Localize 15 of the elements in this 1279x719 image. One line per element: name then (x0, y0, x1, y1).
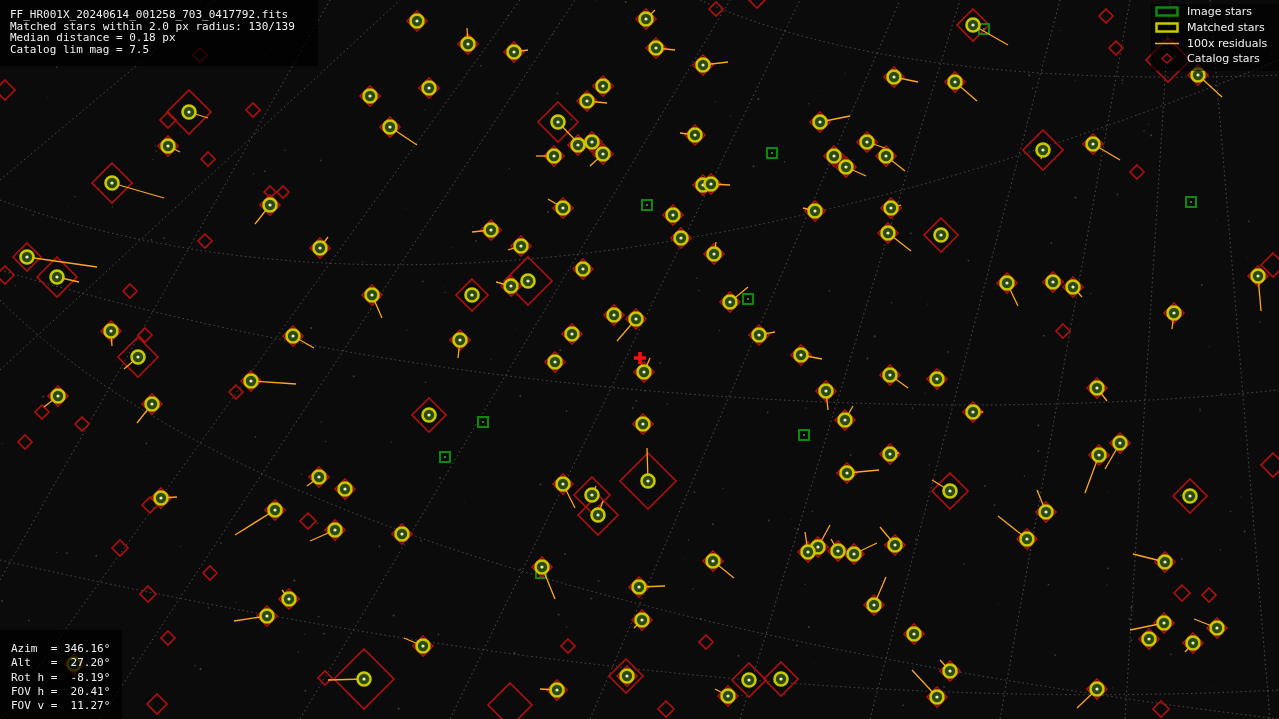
legend-label: Catalog stars (1187, 52, 1260, 66)
info-text: FF_HR001X_20240614_001258_703_0417792.fits (10, 9, 290, 21)
info-text: Matched stars within 2.0 px radius: 130/139 (10, 20, 296, 32)
matched-star-swatch-icon (1155, 22, 1179, 34)
pointing-text: Azim = 346.16° (11, 642, 112, 657)
legend-label: Image stars (1187, 5, 1252, 19)
pointing-text: FOV v = 11.27° (11, 699, 112, 714)
legend-label: Matched stars (1187, 21, 1265, 35)
legend-label: 100x residuals (1187, 36, 1268, 50)
pointing-text: FOV h = 20.41° (11, 684, 112, 700)
image-star-swatch-icon (1155, 6, 1179, 18)
info-text: Catalog lim mag = 7.5 (10, 43, 151, 55)
pointing-text: Alt = 27.20° (11, 656, 112, 671)
pointing-text: Rot h = -8.19° (11, 670, 112, 685)
info-text: Median distance = 0.18 px (10, 32, 176, 44)
